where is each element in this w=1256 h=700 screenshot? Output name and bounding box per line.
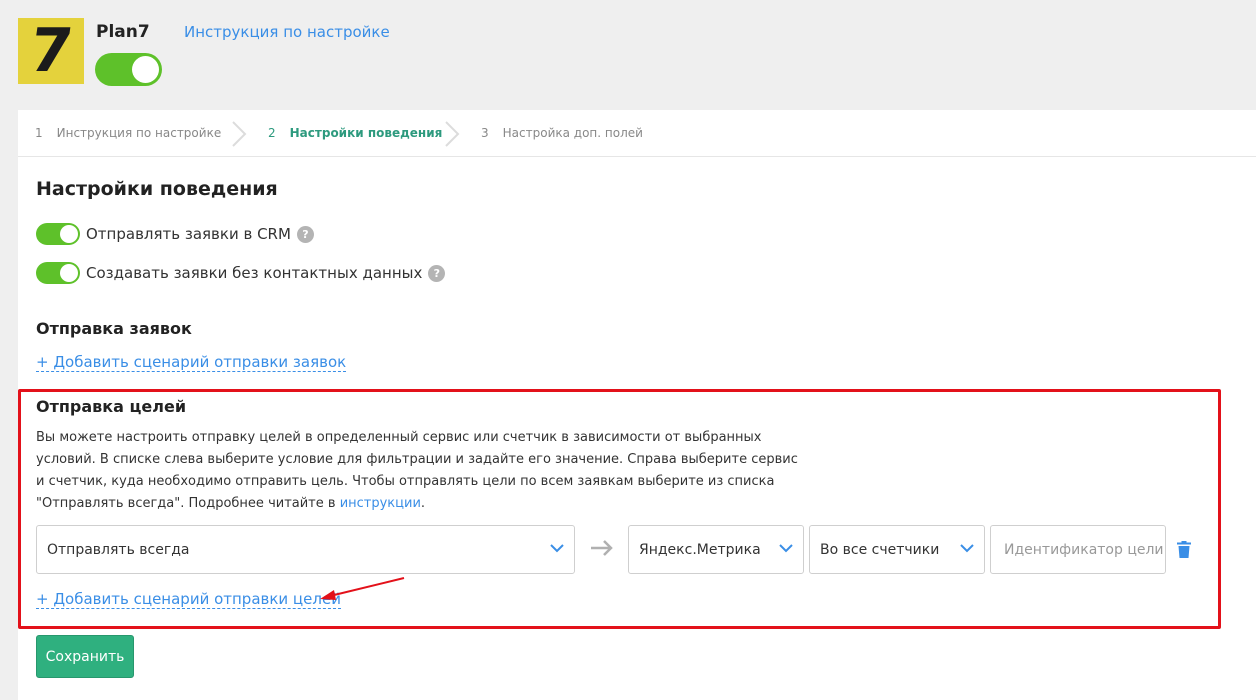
- condition-select[interactable]: Отправлять всегда: [36, 525, 575, 574]
- goal-id-placeholder: Идентификатор цели: [1004, 541, 1164, 558]
- requests-section-title: Отправка заявок: [36, 319, 192, 338]
- instructions-link[interactable]: инструкции: [340, 496, 421, 511]
- chevron-down-icon: [960, 544, 974, 553]
- chevron-down-icon: [779, 544, 793, 553]
- header: 7 Plan7 Инструкция по настройке: [0, 0, 1256, 110]
- option-label: Отправлять заявки в CRM: [86, 225, 291, 243]
- steps-breadcrumb: 1 Инструкция по настройке 2 Настройки пове…: [18, 110, 1256, 157]
- step-label: Настройка доп. полей: [502, 126, 643, 140]
- question-icon[interactable]: ?: [428, 264, 446, 282]
- goals-description: Вы можете настроить отправку целей в опр…: [36, 427, 806, 515]
- step-number: 3: [481, 126, 489, 140]
- step-extra-fields[interactable]: 3 Настройка доп. полей: [481, 126, 643, 140]
- plan-enabled-toggle[interactable]: [95, 53, 162, 86]
- plan-logo: 7: [18, 16, 84, 86]
- plan-logo-text: 7: [25, 16, 77, 86]
- option-send-to-crm: Отправлять заявки в CRM ?: [36, 223, 314, 245]
- service-select[interactable]: Яндекс.Метрика: [628, 525, 804, 574]
- step-label: Настройки поведения: [289, 126, 443, 140]
- setup-instructions-link[interactable]: Инструкция по настройке: [184, 23, 390, 41]
- plan-name: Plan7: [96, 22, 150, 42]
- step-label: Инструкция по настройке: [56, 126, 222, 140]
- option-label: Создавать заявки без контактных данных: [86, 264, 423, 282]
- save-button[interactable]: Сохранить: [36, 635, 134, 678]
- service-select-value: Яндекс.Метрика: [639, 541, 761, 558]
- goals-description-end: .: [420, 496, 426, 511]
- add-goal-scenario-link[interactable]: + Добавить сценарий отправки целей: [36, 590, 341, 609]
- send-to-crm-toggle[interactable]: [36, 223, 80, 245]
- step-instructions[interactable]: 1 Инструкция по настройке: [35, 126, 221, 140]
- step-behavior-settings[interactable]: 2 Настройки поведения: [268, 126, 442, 140]
- page-title: Настройки поведения: [36, 178, 278, 200]
- step-number: 2: [268, 126, 276, 140]
- settings-card: 1 Инструкция по настройке 2 Настройки пове…: [18, 110, 1256, 700]
- step-chevron-icon: [445, 121, 460, 147]
- option-without-contacts: Создавать заявки без контактных данных ?: [36, 262, 446, 284]
- step-number: 1: [35, 126, 43, 140]
- annotation-arrow-icon: [320, 577, 405, 600]
- goals-section-title: Отправка целей: [36, 397, 187, 416]
- condition-select-value: Отправлять всегда: [47, 541, 190, 558]
- add-request-scenario-link[interactable]: + Добавить сценарий отправки заявок: [36, 353, 347, 372]
- trash-icon[interactable]: [1177, 541, 1191, 558]
- counter-select[interactable]: Во все счетчики: [809, 525, 985, 574]
- counter-select-value: Во все счетчики: [820, 541, 940, 558]
- step-chevron-icon: [232, 121, 247, 147]
- question-icon[interactable]: ?: [296, 225, 314, 243]
- arrow-right-icon: [591, 540, 613, 556]
- goal-id-input[interactable]: Идентификатор цели: [990, 525, 1166, 574]
- chevron-down-icon: [550, 544, 564, 553]
- without-contacts-toggle[interactable]: [36, 262, 80, 284]
